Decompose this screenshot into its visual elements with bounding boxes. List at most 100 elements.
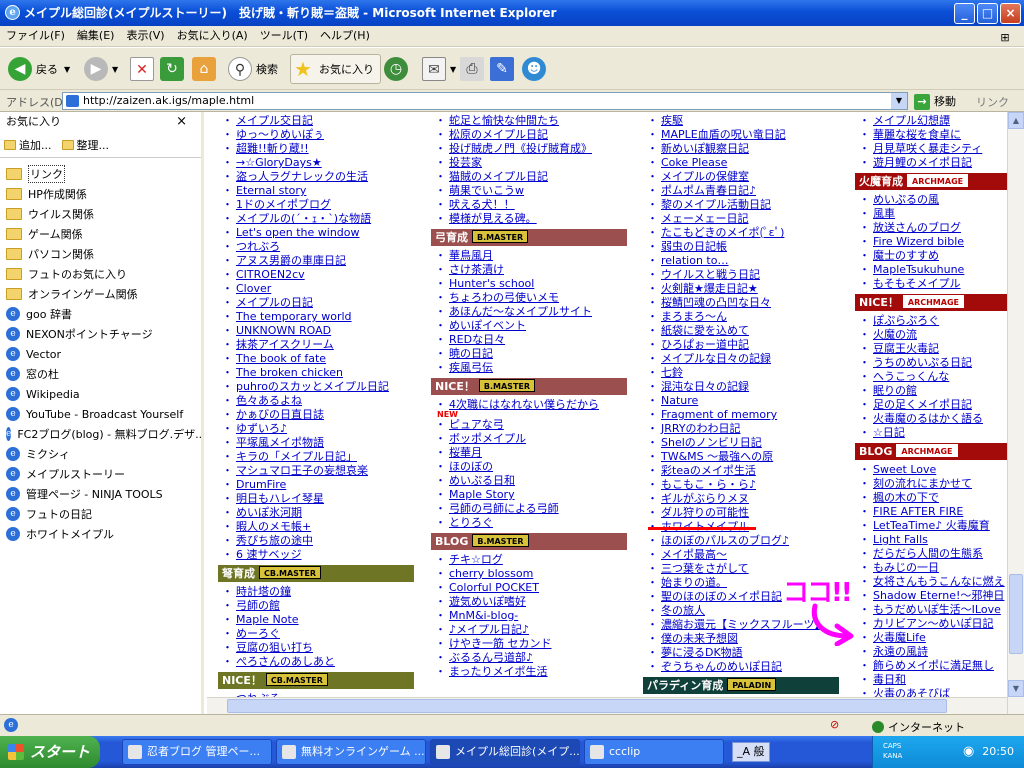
blog-link[interactable]: ・ REDな日々 (435, 333, 505, 347)
menu-edit[interactable]: 編集(E) (71, 26, 121, 46)
task-ccclip[interactable]: ccclip (584, 739, 724, 765)
blog-link[interactable]: ・混沌な日々の記録 (647, 380, 749, 394)
blog-link[interactable]: ・ FIRE AFTER FIRE (859, 505, 963, 519)
history-button[interactable]: ◷ (384, 54, 412, 84)
blog-link[interactable]: ・時計塔の鐘 (222, 585, 291, 599)
blog-link[interactable]: ・ Fragment of memory (647, 408, 777, 422)
organize-favorites-button[interactable]: 整理... (61, 137, 109, 153)
blog-link[interactable]: ・メイプルの(´・ｪ・`)な物語 (222, 212, 371, 226)
favorite-item[interactable]: リンク (0, 164, 201, 184)
blog-link[interactable]: ・盗っ人ラグナレックの生活 (222, 170, 368, 184)
task-online-game[interactable]: 無料オンラインゲーム ... (276, 739, 426, 765)
blog-link[interactable]: ・まろまろ～ん (647, 310, 727, 324)
blog-link[interactable]: ・メイプルの保健室 (647, 170, 749, 184)
blog-link[interactable]: ・もうだめいぽ生活～ILove (859, 603, 1001, 617)
blog-link[interactable]: ・楓の木の下で (859, 491, 939, 505)
address-dropdown-icon[interactable]: ▼ (891, 93, 907, 109)
blog-link[interactable]: ・もそもそメイプル (859, 277, 961, 291)
favorite-item[interactable]: HP作成関係 (0, 184, 201, 204)
blog-link[interactable]: ・飾らめメイポに満足無し (859, 659, 994, 673)
blog-link[interactable]: ・遊月鯉のメイポ日記 (859, 156, 972, 170)
blog-link[interactable]: ・メイポ最高～ (647, 548, 727, 562)
forward-button[interactable]: ▶ ▼ (84, 54, 118, 84)
blog-link[interactable]: ・ほのぼのパルスのブログ♪ (647, 534, 789, 548)
blog-link[interactable]: ・ The broken chicken (222, 366, 343, 380)
blog-link[interactable]: ・ Nature (647, 394, 698, 408)
blog-link[interactable]: ・ 4次職にはなれない僕らだから (435, 398, 599, 412)
favorite-item[interactable]: e 窓の杜 (0, 364, 201, 384)
blog-link[interactable]: ・ぽぷらぷろぐ (859, 314, 939, 328)
blog-link[interactable]: ・ぞうちゃんのめいぽ日記 (647, 660, 782, 674)
blog-link[interactable]: ・ほのぼの (435, 460, 493, 474)
blog-link[interactable]: ・刻の流れにまかせて (859, 477, 972, 491)
favorite-item[interactable]: e Vector (0, 344, 201, 364)
blog-link[interactable]: ・メイプル幻想譚 (859, 114, 950, 128)
title-bar[interactable]: e メイプル総回診(メイプルストーリー) 投げ賊・斬り賊＝盗賊 - Micros… (0, 0, 1024, 26)
mail-button[interactable]: ✉ ▼ (422, 54, 456, 84)
scroll-down-icon[interactable]: ▼ (1008, 680, 1024, 697)
blog-link[interactable]: ・ Sweet Love (859, 463, 936, 477)
favorite-item[interactable]: e メイプルストーリー (0, 464, 201, 484)
blog-link[interactable]: ・めいぽ氷河期 (222, 506, 302, 520)
favorite-item[interactable]: e ミクシィ (0, 444, 201, 464)
vertical-scroll-thumb[interactable] (1009, 574, 1023, 654)
blog-link[interactable]: ・火毒魔のるはかく語る (859, 412, 983, 426)
blog-link[interactable]: ・新めいぽ観察日記 (647, 142, 749, 156)
blog-link[interactable]: ・ピュアな弓 (435, 418, 504, 432)
scroll-up-icon[interactable]: ▲ (1008, 112, 1024, 129)
blog-link[interactable]: ・めいぷる日和 (435, 474, 515, 488)
blog-link[interactable]: ・弱虫の日記帳 (647, 240, 727, 254)
task-maple-page[interactable]: メイプル総回診(メイプ... (430, 739, 580, 765)
blog-link[interactable]: ・ボッポメイプル (435, 432, 526, 446)
blog-link[interactable]: ・アヌス男爵の車庫日記 (222, 254, 346, 268)
blog-link[interactable]: ・永遠の風詩 (859, 645, 928, 659)
blog-link[interactable]: ・猫賊のメイプル日記 (435, 170, 548, 184)
favorite-item[interactable]: ゲーム関係 (0, 224, 201, 244)
blog-link[interactable]: ・超難!!斬り蔵!! (222, 142, 309, 156)
favorite-item[interactable]: e ホワイトメイプル (0, 524, 201, 544)
blog-link[interactable]: ・冬の旅人 (647, 604, 705, 618)
blog-link[interactable]: ・華麗な桜を食卓に (859, 128, 961, 142)
blog-link[interactable]: ・ Shelのノンビリ日記 (647, 436, 762, 450)
blog-link[interactable]: ・ →☆GloryDays★ (222, 156, 322, 170)
blog-link[interactable]: ・暇人のメモ帳+ (222, 520, 311, 534)
blog-link[interactable]: ・豆腐王火毒記 (859, 342, 939, 356)
blog-link[interactable]: ・吠える犬！！ (435, 198, 515, 212)
horizontal-scroll-thumb[interactable] (227, 699, 947, 713)
blog-link[interactable]: ・抹茶アイスクリーム (222, 338, 334, 352)
blog-link[interactable]: ・ TW&MS ～最強への原 (647, 450, 773, 464)
blog-link[interactable]: ・ 1ドのメイポブログ (222, 198, 331, 212)
blog-link[interactable]: ・放送さんのブログ (859, 221, 961, 235)
blog-link[interactable]: ・メェーメェー日記 (647, 212, 749, 226)
favorite-item[interactable]: e NEXONポイントチャージ (0, 324, 201, 344)
favorites-button[interactable]: ★ お気に入り (290, 54, 381, 84)
blog-link[interactable]: ・濃縮お還元【ミックスフルーツ】 (647, 618, 825, 632)
home-button[interactable]: ⌂ (192, 54, 220, 84)
add-favorite-button[interactable]: 追加... (4, 137, 52, 153)
blog-link[interactable]: ・とりろぐ (435, 516, 493, 530)
blog-link[interactable]: ・ぶるるん弓道部♪ (435, 651, 533, 665)
blog-link[interactable]: ・夢に浸るDK物語 (647, 646, 743, 660)
blog-link[interactable]: ・ cherry blossom (435, 567, 533, 581)
blog-link[interactable]: ・七鈴 (647, 366, 683, 380)
blog-link[interactable]: ・明日もハレイ琴星 (222, 492, 324, 506)
go-button[interactable]: → 移動 (914, 93, 956, 110)
favorite-item[interactable]: パソコン関係 (0, 244, 201, 264)
menu-help[interactable]: ヘルプ(H) (314, 26, 376, 46)
blog-link[interactable]: ・ Fire Wizerd bible (859, 235, 964, 249)
blog-link[interactable]: ・模様が見える碑。 (435, 212, 537, 226)
blog-link[interactable]: ・投げ賊虎ノ門《投げ賊育成》 (435, 142, 592, 156)
blog-link[interactable]: ・ Shadow Eterne!～邪神日 (859, 589, 1004, 603)
blog-link[interactable]: ・もこもこ・ら・ら♪ (647, 478, 756, 492)
back-button[interactable]: ◀ 戻る ▼ (8, 54, 70, 84)
back-dropdown-icon[interactable]: ▼ (64, 65, 70, 74)
blog-link[interactable]: ・ちょろわの弓使いメモ (435, 291, 559, 305)
blog-link[interactable]: ・たこもどきのメイポ(ﾟεﾟ) (647, 226, 784, 240)
maximize-button[interactable]: □ (977, 3, 998, 24)
blog-link[interactable]: ・ギルがぶらりメヌ (647, 492, 749, 506)
blog-link[interactable]: ・ Clover (222, 282, 271, 296)
blog-link[interactable]: ・ Let's open the window (222, 226, 360, 240)
blog-link[interactable]: ・火毒魔Life (859, 631, 926, 645)
blog-link[interactable]: ・暁の日記 (435, 347, 493, 361)
blog-link[interactable]: ・ MapleTsukuhune (859, 263, 964, 277)
